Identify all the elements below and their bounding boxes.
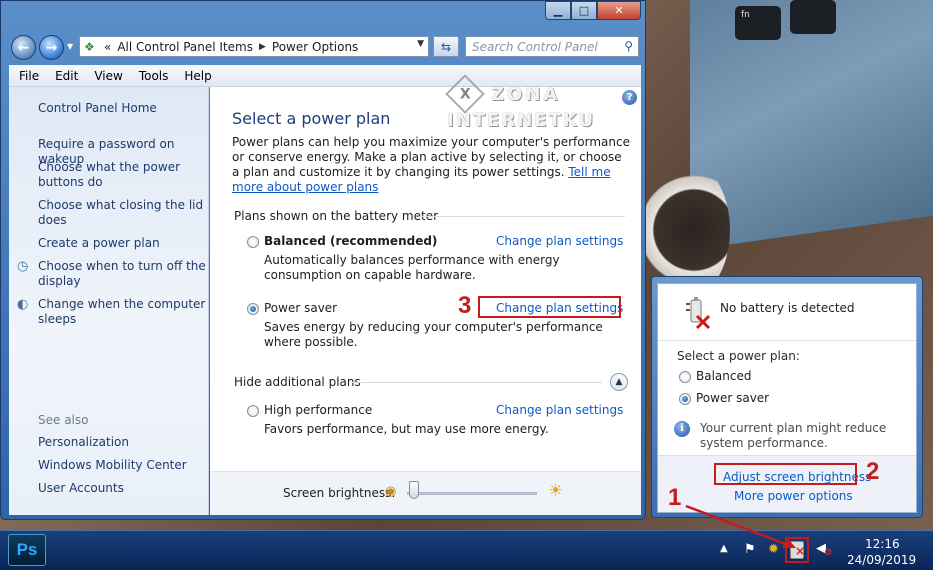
breadcrumb-power-options[interactable]: Power Options [272,40,358,54]
search-placeholder: Search Control Panel [472,39,598,54]
annotation-number-1: 1 [668,484,682,511]
search-icon[interactable]: ⚲ [624,39,633,53]
plan-name-balanced[interactable]: Balanced (recommended) [264,234,437,248]
help-icon[interactable]: ? [622,90,637,105]
maximize-button[interactable]: □ [571,1,597,20]
photoshop-taskbar-button[interactable]: Ps [8,534,46,566]
battery-status-text: No battery is detected [720,301,855,315]
plan-desc-balanced: Automatically balances performance with … [264,253,560,282]
sidebar-turn-off-display[interactable]: Choose when to turn off the display [38,259,206,289]
refresh-icon: ⇆ [440,39,452,54]
radio-high-performance[interactable] [247,405,259,417]
annotation-box-2 [714,463,857,485]
brightness-slider-thumb[interactable] [409,481,420,499]
hide-additional-plans-heading[interactable]: Hide additional plans [234,375,361,389]
change-plan-settings-high-performance[interactable]: Change plan settings [496,403,623,417]
plan-name-high-performance[interactable]: High performance [264,403,372,417]
address-dropdown-icon[interactable]: ▼ [417,39,424,49]
page-title: Select a power plan [232,109,391,128]
volume-muted-icon: ⊘ [824,547,833,558]
annotation-number-3: 3 [458,292,472,319]
breadcrumb-all-control-panel[interactable]: All Control Panel Items [117,40,253,54]
plan-desc-high-performance: Favors performance, but may use more ene… [264,422,549,436]
address-row: ← → ▼ ❖ « All Control Panel Items ▶ Powe… [9,33,639,61]
menu-view[interactable]: View [94,69,122,83]
sidebar-computer-sleeps[interactable]: Change when the computer sleeps [38,297,206,327]
refresh-button[interactable]: ⇆ [433,36,459,57]
menu-help[interactable]: Help [184,69,211,83]
wallpaper-key [790,0,836,34]
sidebar-user-accounts[interactable]: User Accounts [38,481,206,496]
divider [419,216,625,217]
menu-tools[interactable]: Tools [139,69,169,83]
search-input[interactable]: Search Control Panel ⚲ [465,36,639,57]
radio-power-saver[interactable] [247,303,259,315]
watermark-logo: X ZONA INTERNETKU [445,74,596,131]
taskbar: Ps ▲ ⚑ ✹ ◀ ⊘ 12:16 24/09/2019 [0,530,933,570]
divider [352,382,602,383]
plan-name-power-saver[interactable]: Power saver [264,301,337,315]
sidebar-closing-lid[interactable]: Choose what closing the lid does [38,198,206,228]
watermark-line1: ZONA [491,83,561,105]
annotation-number-2: 2 [866,458,880,485]
sleep-moon-icon: ◐ [17,297,29,312]
action-center-flag-icon[interactable]: ⚑ [744,542,756,557]
battery-meter-heading: Plans shown on the battery meter [234,209,439,223]
minimize-button[interactable]: ▁ [545,1,571,20]
radio-balanced[interactable] [247,236,259,248]
control-panel-icon: ❖ [84,39,95,54]
back-button[interactable]: ← [11,35,36,60]
battery-missing-icon [686,297,711,330]
brightness-label: Screen brightness: [283,486,396,500]
more-power-options-link[interactable]: More power options [734,489,853,503]
caption-buttons: ▁ □ ✕ [545,1,641,20]
popup-plan-balanced[interactable]: Balanced [696,369,751,383]
menu-edit[interactable]: Edit [55,69,78,83]
recent-pages-chevron-icon[interactable]: ▼ [67,42,73,51]
brightness-slider-track[interactable] [407,492,537,495]
address-prefix: « [104,39,112,54]
sidebar-create-plan[interactable]: Create a power plan [38,236,206,251]
watermark-line2: INTERNETKU [447,110,596,131]
annotation-box-3 [478,296,621,318]
dim-brightness-icon: ◉ [385,484,397,499]
performance-warning: Your current plan might reduce system pe… [700,421,887,450]
task-pane: Control Panel Home Require a password on… [9,87,209,515]
back-arrow-icon: ← [17,39,30,56]
show-hidden-icons-icon[interactable]: ▲ [720,543,728,554]
breadcrumb-separator-icon: ▶ [258,41,266,52]
forward-arrow-icon: → [45,39,58,56]
network-icon[interactable]: ✹ [768,542,779,557]
close-button[interactable]: ✕ [597,1,641,20]
display-clock-icon: ◷ [17,259,29,274]
sidebar-personalization[interactable]: Personalization [38,435,206,450]
collapse-chevron-up-icon[interactable]: ▲ [610,373,628,391]
brightness-bar: Screen brightness: ◉ ☀ [210,471,641,515]
see-also-heading: See also [38,413,89,427]
sidebar-control-panel-home[interactable]: Control Panel Home [38,101,206,116]
plan-desc-power-saver: Saves energy by reducing your computer's… [264,320,603,349]
page-description: Power plans can help you maximize your c… [232,135,632,195]
clock-date[interactable]: 24/09/2019 [847,553,916,567]
popup-plan-power-saver[interactable]: Power saver [696,391,769,405]
address-bar[interactable]: ❖ « All Control Panel Items ▶ Power Opti… [79,36,429,57]
power-options-window: ▁ □ ✕ ← → ▼ ❖ « All Control Panel Items … [0,0,646,520]
sidebar-mobility-center[interactable]: Windows Mobility Center [38,458,206,473]
wallpaper-key: fn [735,6,781,40]
select-plan-label: Select a power plan: [677,349,800,363]
menu-file[interactable]: File [19,69,39,83]
watermark-x-icon: X [445,74,485,114]
popup-radio-power-saver[interactable] [679,393,691,405]
bright-sun-icon: ☀ [548,481,564,501]
popup-radio-balanced[interactable] [679,371,691,383]
change-plan-settings-balanced[interactable]: Change plan settings [496,234,623,248]
info-icon: i [674,421,690,437]
clock-time[interactable]: 12:16 [865,537,900,551]
sidebar-power-buttons[interactable]: Choose what the power buttons do [38,160,206,190]
forward-button[interactable]: → [39,35,64,60]
divider [658,340,916,341]
power-tray-icon[interactable] [790,541,805,559]
